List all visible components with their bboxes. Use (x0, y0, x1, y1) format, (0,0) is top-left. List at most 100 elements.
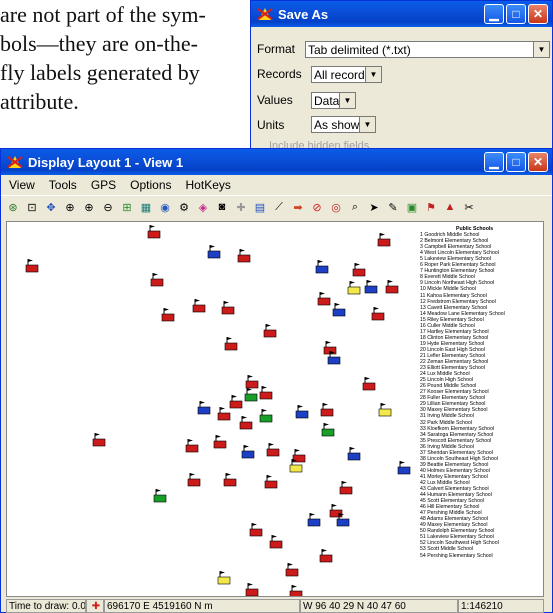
measure-icon[interactable]: ⟋ (271, 199, 287, 215)
menu-tools[interactable]: Tools (49, 178, 77, 192)
school-marker[interactable] (289, 584, 303, 596)
school-marker[interactable] (307, 512, 321, 532)
add-icon[interactable]: ✚ (233, 199, 249, 215)
school-marker[interactable] (315, 259, 329, 279)
school-marker[interactable] (364, 279, 378, 299)
full-view-icon[interactable]: ⊡ (24, 199, 40, 215)
school-marker[interactable] (378, 402, 392, 422)
school-marker[interactable] (319, 548, 333, 568)
map-view[interactable]: Public Schools 1 Goodrich Middle School 2… (6, 221, 544, 597)
school-marker[interactable] (187, 472, 201, 492)
school-marker[interactable] (153, 488, 167, 508)
format-select[interactable]: Tab delimited (*.txt) ▼ (305, 41, 550, 58)
school-marker[interactable] (213, 434, 227, 454)
school-marker[interactable] (347, 280, 361, 300)
school-marker[interactable] (397, 460, 411, 480)
status-position-button[interactable]: ✚ (86, 599, 104, 613)
school-marker[interactable] (336, 512, 350, 532)
school-marker[interactable] (150, 272, 164, 292)
school-marker[interactable] (147, 224, 161, 244)
zoom-box-icon[interactable]: ⊕ (62, 199, 78, 215)
school-marker[interactable] (224, 336, 238, 356)
school-marker[interactable] (241, 444, 255, 464)
select-icon[interactable]: ➤ (366, 199, 382, 215)
school-marker[interactable] (269, 534, 283, 554)
grid-icon[interactable]: ▦ (138, 199, 154, 215)
school-marker[interactable] (185, 438, 199, 458)
school-marker[interactable] (239, 415, 253, 435)
settings-icon[interactable]: ⚙ (176, 199, 192, 215)
close-button[interactable]: ✕ (528, 4, 548, 24)
school-marker[interactable] (161, 307, 175, 327)
tool-icon[interactable]: ✂ (461, 199, 477, 215)
school-marker[interactable] (321, 422, 335, 442)
values-select[interactable]: Data ▼ (311, 92, 356, 109)
school-marker[interactable] (327, 350, 341, 370)
arrow-icon[interactable]: ➡ (290, 199, 306, 215)
school-marker[interactable] (244, 387, 258, 407)
school-marker[interactable] (264, 474, 278, 494)
maximize-button[interactable]: □ (506, 4, 526, 24)
color-icon[interactable]: ◈ (195, 199, 211, 215)
school-marker[interactable] (339, 480, 353, 500)
chevron-down-icon: ▼ (533, 42, 549, 57)
layout-titlebar[interactable]: Display Layout 1 - View 1 ▁ □ ✕ (1, 149, 552, 175)
minimize-button[interactable]: ▁ (484, 4, 504, 24)
school-marker[interactable] (229, 394, 243, 414)
search-icon[interactable]: ⌕ (347, 199, 363, 215)
layer-icon[interactable]: ▤ (252, 199, 268, 215)
school-marker[interactable] (332, 302, 346, 322)
school-marker[interactable] (263, 323, 277, 343)
close-button[interactable]: ✕ (528, 152, 548, 172)
records-select[interactable]: All records ▼ (311, 66, 382, 83)
school-marker[interactable] (320, 402, 334, 422)
gps-icon[interactable]: ⊛ (5, 199, 21, 215)
minimize-button[interactable]: ▁ (484, 152, 504, 172)
zoom-in-icon[interactable]: ⊕ (81, 199, 97, 215)
menu-gps[interactable]: GPS (91, 178, 116, 192)
school-marker[interactable] (249, 522, 263, 542)
edit-icon[interactable]: ✎ (385, 199, 401, 215)
school-marker[interactable] (192, 298, 206, 318)
school-marker[interactable] (25, 258, 39, 278)
school-marker[interactable] (371, 306, 385, 326)
maximize-icon: □ (512, 155, 520, 169)
school-marker[interactable] (223, 472, 237, 492)
menu-options[interactable]: Options (130, 178, 171, 192)
school-marker[interactable] (197, 400, 211, 420)
school-marker[interactable] (259, 385, 273, 405)
school-marker[interactable] (285, 562, 299, 582)
school-marker[interactable] (217, 570, 231, 590)
school-marker[interactable] (92, 432, 106, 452)
school-marker[interactable] (289, 458, 303, 478)
school-marker[interactable] (207, 244, 221, 264)
school-marker[interactable] (237, 248, 251, 268)
save-as-titlebar[interactable]: Save As ▁ □ ✕ (251, 1, 552, 27)
no-icon[interactable]: ⊘ (309, 199, 325, 215)
school-marker[interactable] (377, 232, 391, 252)
school-marker[interactable] (317, 291, 331, 311)
school-marker[interactable] (245, 582, 259, 596)
school-marker[interactable] (259, 408, 273, 428)
school-marker[interactable] (347, 446, 361, 466)
globe-icon[interactable]: ◉ (157, 199, 173, 215)
units-select[interactable]: As shown ▼ (311, 116, 376, 133)
zoom-out-icon[interactable]: ⊖ (100, 199, 116, 215)
school-marker[interactable] (385, 279, 399, 299)
school-marker[interactable] (362, 376, 376, 396)
chart-icon[interactable]: ▣ (404, 199, 420, 215)
paint-icon[interactable]: ▲ (442, 199, 458, 215)
stop-icon[interactable]: ◎ (328, 199, 344, 215)
legend-item: 33 Kloefkorn Elementary School (420, 425, 495, 432)
school-marker[interactable] (266, 442, 280, 462)
school-marker[interactable] (217, 406, 231, 426)
pan-icon[interactable]: ✥ (43, 199, 59, 215)
school-marker[interactable] (221, 300, 235, 320)
menu-view[interactable]: View (9, 178, 35, 192)
zoom-extent-icon[interactable]: ⊞ (119, 199, 135, 215)
maximize-button[interactable]: □ (506, 152, 526, 172)
flag-icon[interactable]: ⚑ (423, 199, 439, 215)
camera-icon[interactable]: ◙ (214, 199, 230, 215)
school-marker[interactable] (295, 404, 309, 424)
menu-hotkeys[interactable]: HotKeys (186, 178, 231, 192)
